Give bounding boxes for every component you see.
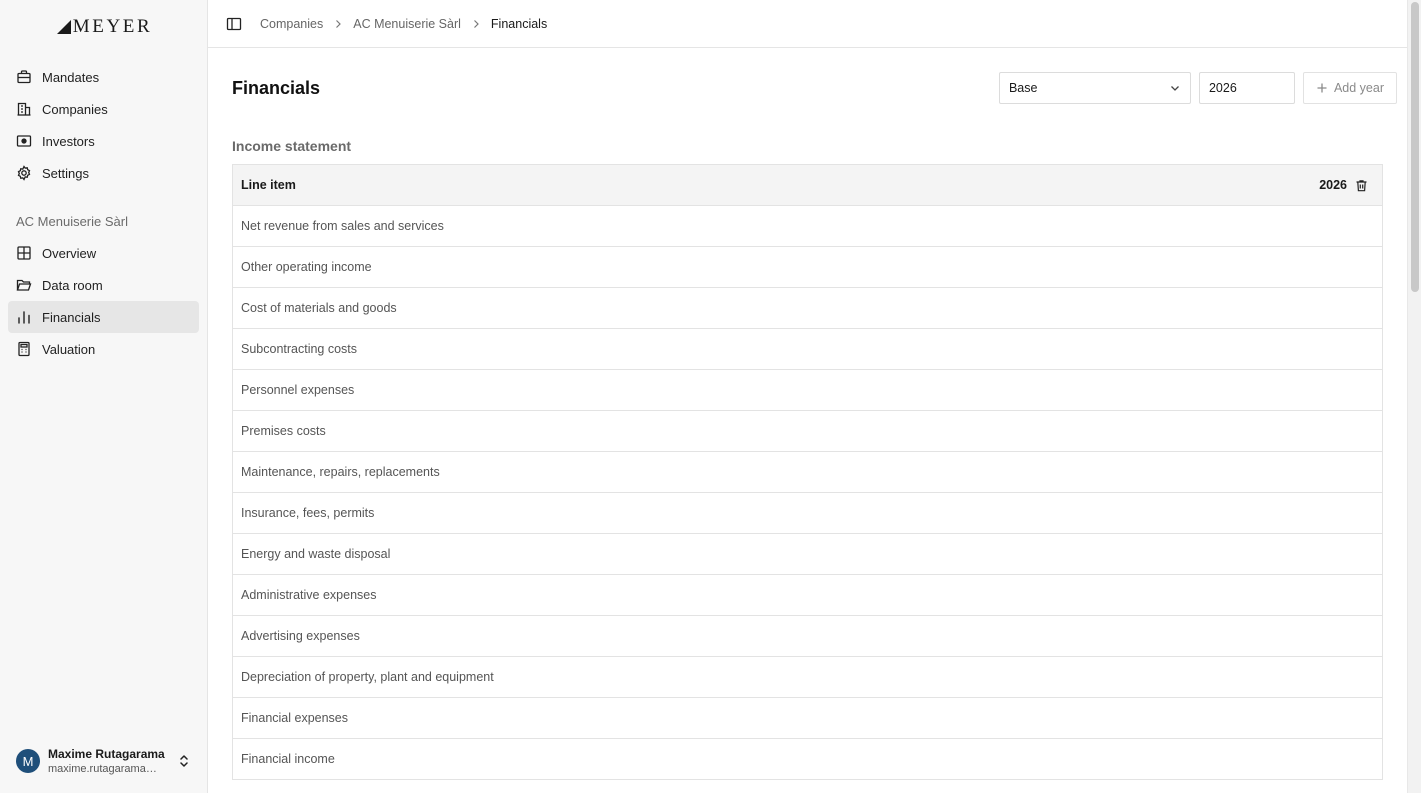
sidebar-item-companies[interactable]: Companies [8,93,199,125]
line-item-label: Premises costs [241,424,326,438]
add-year-label: Add year [1333,81,1384,95]
line-item-label: Advertising expenses [241,629,360,643]
sidebar-item-label: Companies [42,101,108,117]
page-content: Financials Base Add year Income statemen… [208,48,1421,780]
main-nav: Mandates Companies Investors Settings [0,61,207,189]
table-row[interactable]: Maintenance, repairs, replacements [233,452,1382,493]
folder-icon [16,279,32,291]
table-row[interactable]: Energy and waste disposal [233,534,1382,575]
chevrons-up-down-icon[interactable] [177,754,191,768]
sidebar-item-label: Valuation [42,341,96,357]
sidebar-item-label: Financials [42,309,101,325]
line-item-label: Maintenance, repairs, replacements [241,465,440,479]
sidebar-item-mandates[interactable]: Mandates [8,61,199,93]
sidebar-item-label: Overview [42,245,97,261]
briefcase-icon [17,70,31,84]
table-row[interactable]: Cost of materials and goods [233,288,1382,329]
table-row[interactable]: Other operating income [233,247,1382,288]
page-title: Financials [232,77,321,98]
income-statement-title: Income statement [232,138,352,154]
table-row[interactable]: Depreciation of property, plant and equi… [233,657,1382,698]
table-row[interactable]: Personnel expenses [233,370,1382,411]
user-menu[interactable]: M Maxime Rutagarama maxime.rutagarama@..… [0,729,207,793]
breadcrumb-current: Financials [490,16,548,31]
sidebar: MEYER Mandates Companies Investors Setti… [0,0,208,793]
sidebar-item-label: Investors [42,133,95,149]
add-year-button[interactable]: Add year [1302,72,1397,104]
page-header: Financials Base Add year [232,48,1397,128]
table-row[interactable]: Financial expenses [233,698,1382,739]
main-content: Companies AC Menuiserie Sàrl Financials … [208,0,1421,793]
sidebar-item-financials[interactable]: Financials [8,301,199,333]
bar-chart-icon [18,311,30,324]
sidebar-item-investors[interactable]: Investors [8,125,199,157]
scrollbar-thumb[interactable] [1411,2,1419,292]
plus-icon [1317,83,1327,93]
sidebar-item-overview[interactable]: Overview [8,237,199,269]
line-item-label: Subcontracting costs [241,342,358,356]
top-bar: Companies AC Menuiserie Sàrl Financials [208,0,1421,48]
line-item-label: Depreciation of property, plant and equi… [241,670,494,684]
scenario-select[interactable]: Base [998,72,1191,104]
table-row[interactable]: Premises costs [233,411,1382,452]
sidebar-item-label: Data room [42,277,103,293]
calculator-icon [18,341,30,357]
table-row[interactable]: Financial income [233,739,1382,780]
app-root: MEYER Mandates Companies Investors Setti… [0,0,1421,793]
table-row[interactable]: Subcontracting costs [233,329,1382,370]
chevron-right-icon [473,19,479,28]
banknote-icon [16,135,32,147]
year-column-header: 2026 [1319,178,1374,192]
table-row[interactable]: Administrative expenses [233,575,1382,616]
logo-text: MEYER [72,16,153,37]
table-header: Line item 2026 [233,165,1382,206]
line-item-label: Cost of materials and goods [241,301,397,315]
year-input[interactable] [1198,72,1295,104]
company-nav: Overview Data room Financials Valuation [0,237,207,365]
avatar: M [16,749,40,773]
breadcrumb-companies[interactable]: Companies [260,17,323,31]
gear-icon [17,165,31,181]
line-item-label: Net revenue from sales and services [241,219,444,233]
sidebar-item-valuation[interactable]: Valuation [8,333,199,365]
chevron-down-icon [1171,86,1179,91]
line-item-label: Administrative expenses [241,588,377,602]
logo-mark-icon [56,20,71,34]
line-item-label: Financial expenses [241,711,349,725]
income-statement-table: Line item 2026 Net revenue from sales an… [232,164,1383,780]
user-info: Maxime Rutagarama maxime.rutagarama@... [48,747,169,776]
line-item-label: Other operating income [241,260,372,274]
line-item-label: Personnel expenses [241,383,355,397]
user-name: Maxime Rutagarama [48,746,165,761]
scrollbar[interactable] [1407,0,1421,793]
table-row[interactable]: Net revenue from sales and services [233,206,1382,247]
line-item-label: Financial income [241,752,335,766]
grid-icon [17,246,31,260]
table-body: Net revenue from sales and services Other… [233,206,1382,780]
column-header-line-item: Line item [241,178,296,192]
scenario-select-value: Base [1008,81,1038,95]
column-header-year: 2026 [1319,178,1347,192]
trash-icon[interactable] [1355,179,1368,192]
breadcrumb-company[interactable]: AC Menuiserie Sàrl [353,17,461,31]
sidebar-item-label: Mandates [42,69,100,85]
building-icon [17,102,31,116]
breadcrumb: Companies AC Menuiserie Sàrl Financials [260,17,547,31]
sidebar-item-settings[interactable]: Settings [8,157,199,189]
table-row[interactable]: Insurance, fees, permits [233,493,1382,534]
sidebar-item-label: Settings [42,165,89,181]
logo[interactable]: MEYER [0,0,207,54]
page-controls: Base Add year [998,72,1397,104]
table-row[interactable]: Advertising expenses [233,616,1382,657]
company-section-label: AC Menuiserie Sàrl [16,213,128,229]
line-item-label: Insurance, fees, permits [241,506,375,520]
chevron-right-icon [336,19,342,28]
user-email: maxime.rutagarama@... [48,762,166,775]
sidebar-toggle-icon[interactable] [226,16,242,32]
sidebar-item-data-room[interactable]: Data room [8,269,199,301]
line-item-label: Energy and waste disposal [241,547,391,561]
